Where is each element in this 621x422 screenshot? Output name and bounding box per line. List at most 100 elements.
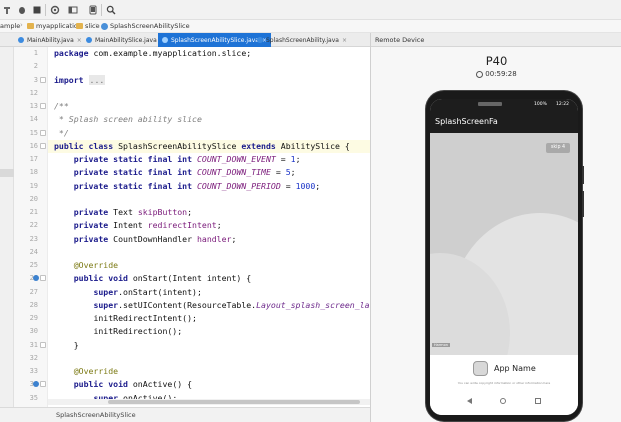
line-number: 16: [29, 142, 38, 150]
line-number: 1: [33, 49, 38, 57]
hammer-icon[interactable]: [3, 5, 13, 15]
fold-marker-icon[interactable]: [40, 143, 46, 149]
toolbar-separator: [45, 4, 46, 16]
skip-button[interactable]: skip 4: [546, 143, 570, 153]
code-line: public class SplashScreenAbilitySlice ex…: [54, 140, 350, 153]
override-marker-icon[interactable]: [33, 275, 39, 281]
code-line: private static final int COUNT_DOWN_TIME…: [73, 167, 296, 177]
code-text: =: [275, 154, 291, 164]
comment: */: [54, 128, 69, 138]
corner-tag: Harmon: [432, 343, 450, 347]
code-text: initRedirection();: [93, 326, 183, 336]
splash-image: skip 4 Harmon: [430, 133, 578, 355]
code-text: AbilitySlice {: [275, 141, 350, 151]
device-timer: 00:59:28: [371, 70, 621, 78]
comment: * Splash screen ability slice: [54, 114, 202, 124]
keyword: package: [54, 48, 89, 58]
code-line: @Override: [54, 365, 118, 378]
keyword: private static final int: [73, 181, 193, 191]
code-line: private static final int COUNT_DOWN_PERI…: [73, 181, 321, 191]
instance-field: skipButton: [137, 207, 188, 217]
code-line: public void onActive() {: [54, 378, 192, 391]
folder-icon: [76, 23, 83, 29]
panel-header: Remote Device: [371, 33, 621, 47]
tab-splash-screen-ability[interactable]: SplashScreenAbility.java ×: [253, 33, 351, 47]
signal-icon: [478, 102, 502, 106]
device-manager-icon[interactable]: [88, 5, 98, 15]
horizontal-scrollbar[interactable]: [48, 399, 370, 405]
breadcrumb-item[interactable]: SplashScreenAbilitySlice: [101, 22, 190, 30]
line-number: 21: [29, 208, 38, 216]
breadcrumb-label: SplashScreenAbilitySlice: [110, 22, 190, 30]
breadcrumb-item[interactable]: ample: [0, 22, 20, 30]
tab-main-ability-slice[interactable]: MainAbilitySlice.java×: [82, 33, 169, 47]
close-icon[interactable]: ×: [342, 37, 347, 44]
elapsed-time: 00:59:28: [485, 70, 517, 78]
scrollbar-thumb[interactable]: [108, 400, 360, 404]
annotation: @Override: [73, 260, 119, 270]
fold-marker-icon[interactable]: [40, 77, 46, 83]
back-icon[interactable]: [467, 398, 472, 404]
home-icon[interactable]: [500, 398, 506, 404]
code-line: private static final int COUNT_DOWN_EVEN…: [73, 154, 301, 164]
tool-window-button[interactable]: [0, 169, 14, 177]
line-number: 28: [29, 301, 38, 309]
code-line: public void onStart(Intent intent) {: [54, 272, 251, 285]
line-number: 33: [29, 367, 38, 375]
recents-icon[interactable]: [535, 398, 541, 404]
line-number: 20: [29, 195, 38, 203]
code-text: initRedirectIntent();: [93, 313, 197, 323]
search-icon[interactable]: [106, 5, 116, 15]
volume-button[interactable]: [582, 191, 584, 217]
number-literal: 1: [290, 154, 296, 164]
stop-icon[interactable]: [32, 5, 42, 15]
tab-label: SplashScreenAbility.java: [266, 36, 339, 44]
code-line: initRedirectIntent();: [54, 312, 197, 325]
resource-reference: Layout_splash_screen_la: [256, 300, 370, 310]
fold-marker-icon[interactable]: [40, 381, 46, 387]
project-structure-icon[interactable]: [68, 5, 78, 15]
splash-footer: App Name You can write copyright informa…: [430, 355, 578, 415]
line-number: 15: [29, 129, 38, 137]
keyword: public class: [54, 141, 114, 151]
phone-screen[interactable]: 100% 12:22 SplashScreenFa skip 4 Harmon …: [430, 99, 578, 415]
line-number: 13: [29, 102, 38, 110]
code-text: onActive() {: [127, 379, 193, 389]
instance-field: handler: [196, 234, 232, 244]
code-line: private Text skipButton;: [73, 207, 193, 217]
breadcrumb-separator: ›: [20, 21, 23, 29]
tab-main-ability[interactable]: MainAbility.java ×: [14, 33, 86, 47]
line-number: 25: [29, 261, 38, 269]
tab-label: SplashScreenAbilitySlice.java: [171, 36, 259, 44]
fold-marker-icon[interactable]: [40, 130, 46, 136]
override-marker-icon[interactable]: [33, 381, 39, 387]
keyword: private: [73, 220, 109, 230]
line-number: 12: [29, 89, 38, 97]
settings-icon[interactable]: [50, 5, 60, 15]
editor-tabs: MainAbility.java× MainAbilitySlice.java×…: [0, 33, 370, 47]
debug-icon[interactable]: [17, 5, 27, 15]
fold-marker-icon[interactable]: [40, 103, 46, 109]
device-name: P40: [485, 54, 508, 68]
main-toolbar: [0, 0, 621, 20]
toolbar-separator: [101, 4, 102, 16]
keyword: private: [73, 234, 109, 244]
left-tool-rail: [0, 47, 14, 412]
code-editor[interactable]: package com.example.myapplication.slice;…: [48, 47, 370, 407]
line-number: 31: [29, 341, 38, 349]
app-title: SplashScreenFa: [435, 117, 498, 126]
class-icon: [162, 37, 168, 43]
code-line: super.onStart(intent);: [54, 286, 201, 299]
keyword: private static final int: [73, 167, 193, 177]
class-icon: [86, 37, 92, 43]
folded-imports[interactable]: ...: [88, 75, 106, 85]
folder-icon: [27, 23, 34, 29]
power-button[interactable]: [582, 166, 584, 184]
fold-marker-icon[interactable]: [40, 342, 46, 348]
fold-marker-icon[interactable]: [40, 275, 46, 281]
annotation: @Override: [73, 366, 119, 376]
breadcrumb-item[interactable]: myapplication: [27, 22, 82, 30]
code-line: */: [54, 127, 69, 140]
clock-icon: [476, 70, 484, 78]
line-number: 17: [29, 155, 38, 163]
